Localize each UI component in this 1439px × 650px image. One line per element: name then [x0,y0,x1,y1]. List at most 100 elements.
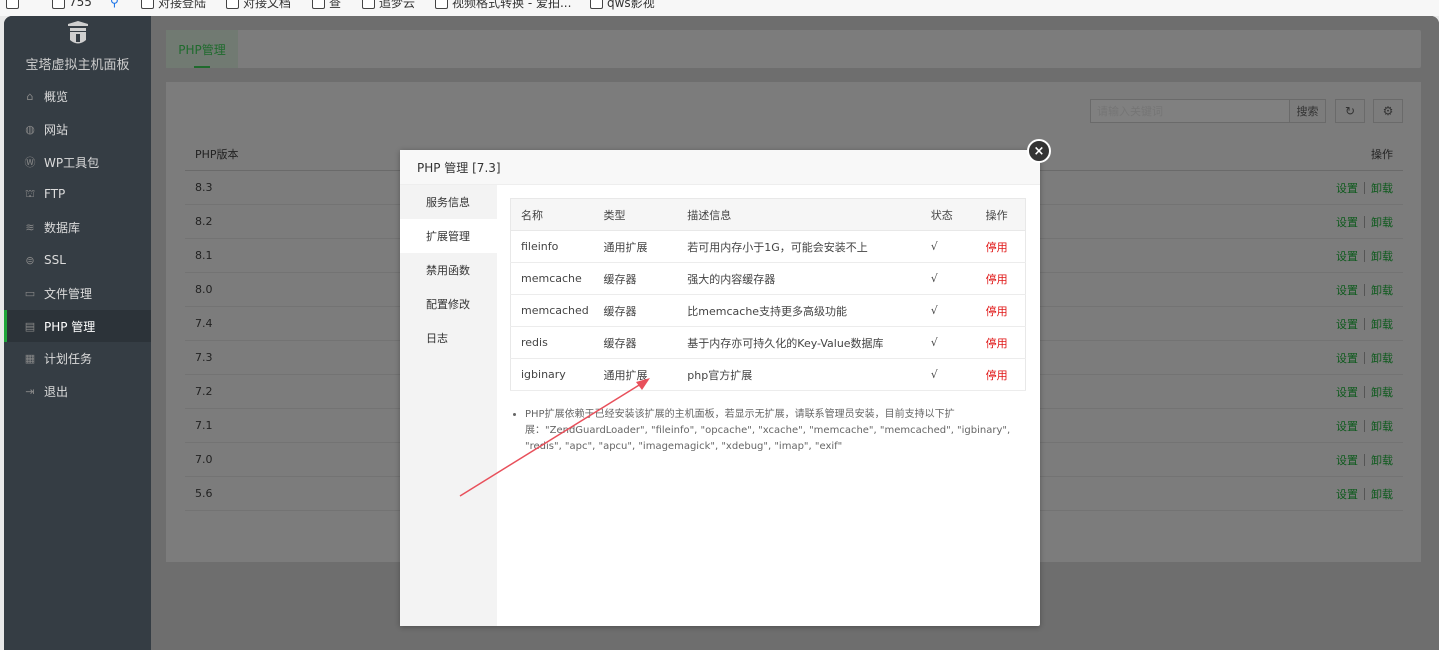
sidebar-item-label: FTP [44,187,66,201]
bookmark-folder-icon[interactable] [6,0,19,10]
settings-link[interactable]: 设置 [1336,418,1358,434]
dialog-body: 名称 类型 描述信息 状态 操作 fileinfo 通用扩展 若可用内存小于1G，可… [497,185,1040,626]
settings-link[interactable]: 设置 [1336,214,1358,230]
settings-link[interactable]: 设置 [1336,350,1358,366]
tab-php-management[interactable]: PHP管理 [166,30,238,68]
table-row: fileinfo 通用扩展 若可用内存小于1G，可能会安装不上 √ 停用 [510,230,1026,263]
extension-state: √ [920,262,986,295]
search-button[interactable]: 搜索 [1289,99,1326,123]
uninstall-link[interactable]: 卸载 [1371,384,1393,400]
sidebar-logo[interactable]: 宝塔虚拟主机面板 [4,16,151,80]
extension-state: √ [920,326,986,359]
page-icon [590,0,603,9]
divider [1364,181,1365,194]
sidebar-item-label: SSL [44,253,66,267]
bookmark-item[interactable]: 755 [52,0,92,10]
bookmark-item[interactable]: qws影视 [590,0,655,10]
php-version-cell: 7.2 [195,385,213,398]
row-actions: 设置 卸载 [1336,452,1393,468]
row-actions: 设置 卸载 [1336,350,1393,366]
extension-name: memcached [510,294,594,327]
bookmark-item[interactable]: 查 [312,0,341,10]
settings-link[interactable]: 设置 [1336,452,1358,468]
uninstall-link[interactable]: 卸载 [1371,418,1393,434]
uninstall-link[interactable]: 卸载 [1371,350,1393,366]
divider [1364,351,1365,364]
bookmark-item[interactable]: 视频格式转换 - 爱拍... [435,0,571,10]
ftp-icon: ⛫ [24,186,36,200]
php-manage-dialog: PHP 管理 [7.3] × 服务信息 扩展管理 禁用函数 配置修改 日志 名称… [400,139,1051,626]
settings-link[interactable]: 设置 [1336,384,1358,400]
uninstall-link[interactable]: 卸载 [1371,486,1393,502]
disable-extension-link[interactable]: 停用 [986,273,1008,286]
extension-description: 基于内存亦可持久化的Key-Value数据库 [677,326,921,359]
close-button[interactable]: × [1027,139,1051,163]
row-actions: 设置 卸载 [1336,248,1393,264]
sidebar-item-ssl[interactable]: ⊜ SSL [4,244,151,276]
search-icon[interactable]: ⚲ [110,0,119,10]
sidebar-item-database[interactable]: ≋ 数据库 [4,211,151,243]
row-actions: 设置 卸载 [1336,180,1393,196]
settings-link[interactable]: 设置 [1336,282,1358,298]
refresh-button[interactable]: ↻ [1335,99,1365,123]
extension-state: √ [920,294,986,327]
disable-extension-link[interactable]: 停用 [986,305,1008,318]
disable-extension-link[interactable]: 停用 [986,337,1008,350]
extension-description: 若可用内存小于1G，可能会安装不上 [677,230,921,263]
settings-link[interactable]: 设置 [1336,316,1358,332]
sidebar-item-website[interactable]: ◍ 网站 [4,113,151,145]
php-version-cell: 7.4 [195,317,213,330]
sidebar-item-overview[interactable]: ⌂ 概览 [4,80,151,112]
calendar-icon: ▦ [24,351,36,365]
bookmark-item[interactable]: 对接登陆 [141,0,206,10]
settings-link[interactable]: 设置 [1336,486,1358,502]
uninstall-link[interactable]: 卸载 [1371,282,1393,298]
wordpress-icon: Ⓦ [24,156,36,169]
menu-item-disabled-functions[interactable]: 禁用函数 [400,253,497,287]
page-icon [226,0,239,9]
divider [1364,317,1365,330]
table-row: igbinary 通用扩展 php官方扩展 √ 停用 [510,358,1026,391]
menu-item-logs[interactable]: 日志 [400,321,497,355]
dialog-menu: 服务信息 扩展管理 禁用函数 配置修改 日志 [400,185,497,626]
refresh-icon: ↻ [1344,104,1356,118]
uninstall-link[interactable]: 卸载 [1371,214,1393,230]
sidebar-item-wp-toolkit[interactable]: Ⓦ WP工具包 [4,146,151,178]
page-icon [435,0,448,9]
extension-table: 名称 类型 描述信息 状态 操作 fileinfo 通用扩展 若可用内存小于1G，可… [510,198,1026,391]
sidebar-item-logout[interactable]: ⇥ 退出 [4,375,151,407]
settings-link[interactable]: 设置 [1336,248,1358,264]
divider [1364,453,1365,466]
uninstall-link[interactable]: 卸载 [1371,316,1393,332]
bookmark-item[interactable]: 追梦云 [362,0,415,10]
divider [1364,215,1365,228]
column-header-type: 类型 [593,198,678,231]
sidebar-item-cron[interactable]: ▦ 计划任务 [4,342,151,374]
gear-icon: ⚙ [1382,104,1394,118]
sidebar-title: 宝塔虚拟主机面板 [25,58,130,73]
menu-item-extension-management[interactable]: 扩展管理 [400,219,497,253]
php-version-cell: 7.1 [195,419,213,432]
settings-link[interactable]: 设置 [1336,180,1358,196]
column-header-version: PHP版本 [195,147,239,161]
bookmark-item[interactable]: 对接文档 [226,0,291,10]
uninstall-link[interactable]: 卸载 [1371,248,1393,264]
table-header: 名称 类型 描述信息 状态 操作 [510,198,1026,231]
uninstall-link[interactable]: 卸载 [1371,180,1393,196]
sidebar-item-files[interactable]: ▭ 文件管理 [4,277,151,309]
extension-description: php官方扩展 [677,358,921,391]
menu-item-service-info[interactable]: 服务信息 [400,185,497,219]
extension-name: memcache [510,262,594,295]
search-input[interactable] [1090,99,1290,123]
uninstall-link[interactable]: 卸载 [1371,452,1393,468]
disable-extension-link[interactable]: 停用 [986,369,1008,382]
column-header-action: 操作 [1371,147,1393,161]
logout-icon: ⇥ [25,384,35,398]
extension-name: fileinfo [510,230,594,263]
settings-button[interactable]: ⚙ [1373,99,1403,123]
disable-extension-link[interactable]: 停用 [986,241,1008,254]
menu-item-config-edit[interactable]: 配置修改 [400,287,497,321]
sidebar-item-php[interactable]: ▤ PHP 管理 [4,310,151,342]
php-version-cell: 7.0 [195,453,213,466]
sidebar-item-ftp[interactable]: ⛫ FTP [4,178,151,210]
